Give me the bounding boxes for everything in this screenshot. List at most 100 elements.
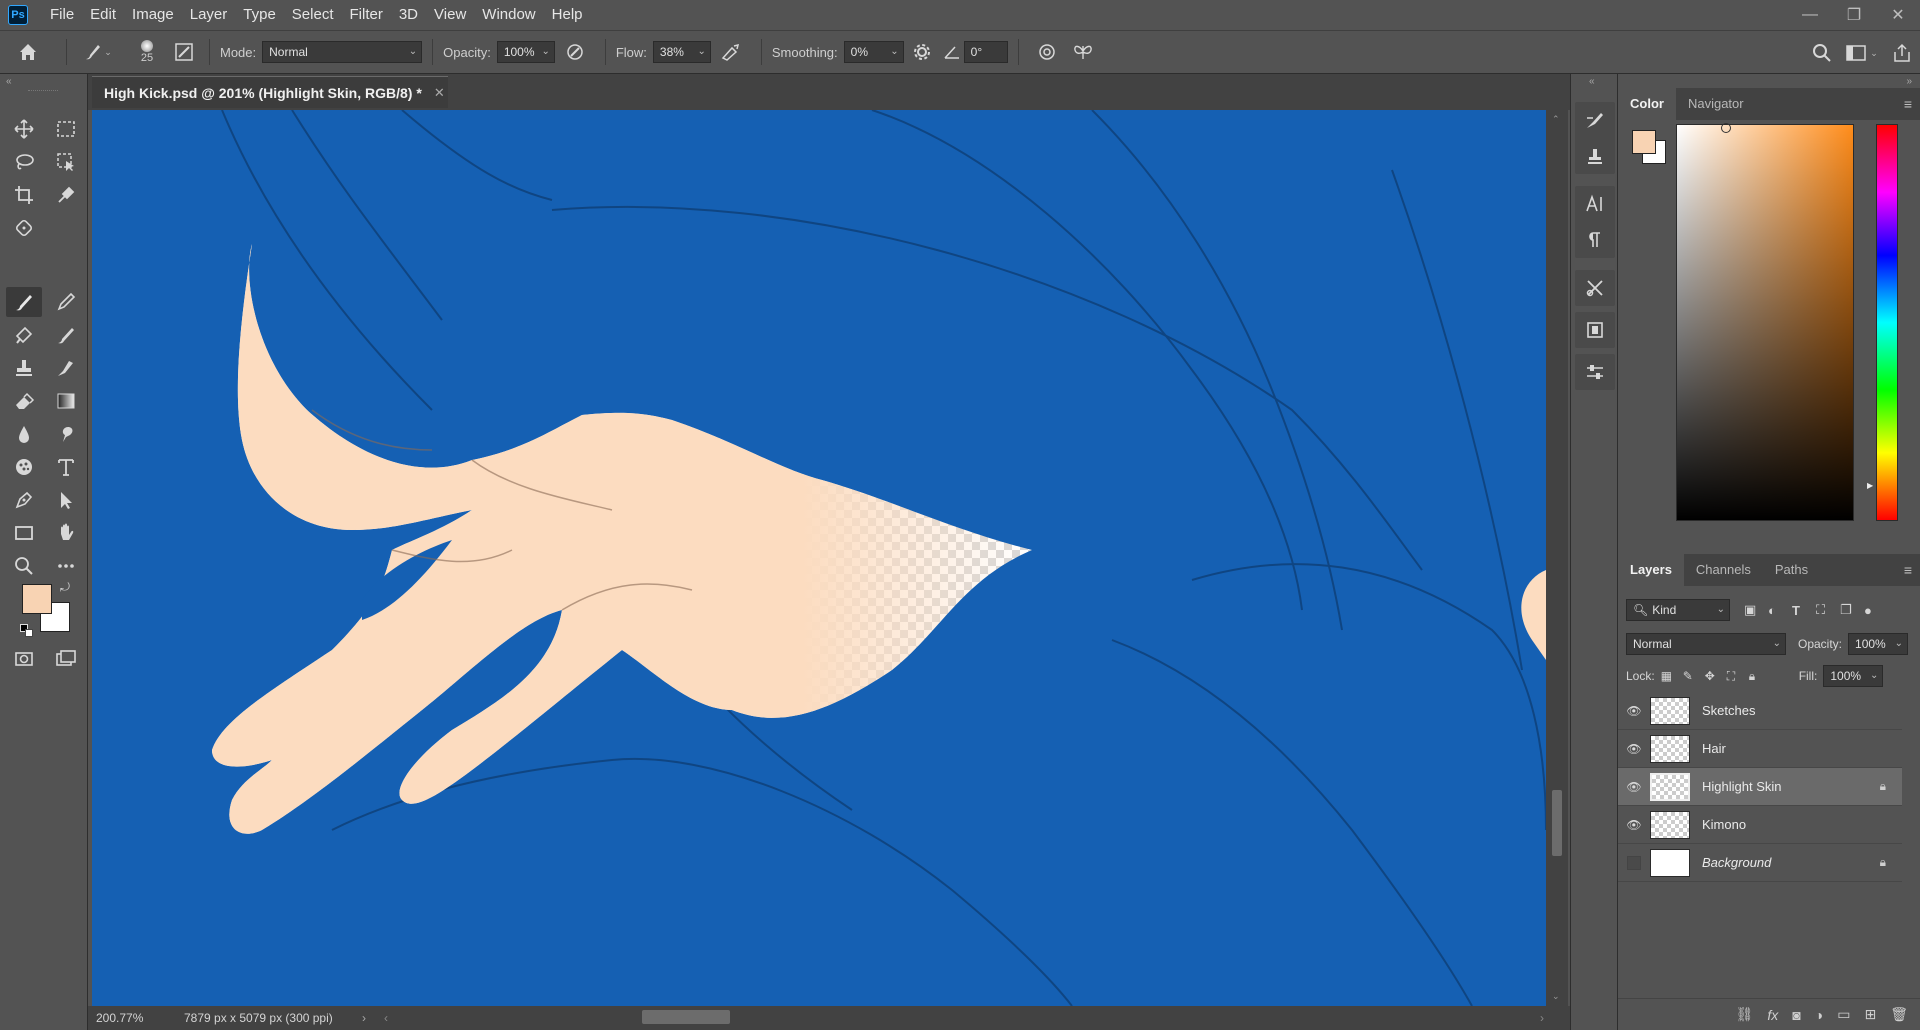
collapse-chevron-icon[interactable]: « bbox=[6, 76, 12, 87]
brush-size-picker[interactable]: 25 bbox=[125, 40, 169, 64]
flow-input[interactable]: 38% ⌄ bbox=[652, 41, 711, 63]
layer-row-sketches[interactable]: 👁︎ Sketches bbox=[1618, 692, 1902, 730]
object-selection-tool-icon[interactable] bbox=[48, 147, 84, 177]
tab-navigator[interactable]: Navigator bbox=[1676, 88, 1756, 120]
clone-source-panel-icon[interactable] bbox=[1575, 138, 1615, 174]
layer-row-background[interactable]: Background 🔒︎ bbox=[1618, 844, 1902, 882]
restore-button[interactable]: ❐ bbox=[1832, 0, 1876, 30]
visibility-eye-icon[interactable]: 👁︎ bbox=[1618, 818, 1650, 832]
lock-artboard-icon[interactable]: ⛶ bbox=[1727, 669, 1749, 684]
visibility-eye-icon[interactable]: 👁︎ bbox=[1618, 704, 1650, 718]
menu-image[interactable]: Image bbox=[124, 0, 182, 30]
status-info-arrow-icon[interactable]: › bbox=[362, 1011, 384, 1025]
screen-mode-icon[interactable] bbox=[48, 644, 84, 674]
tab-paths[interactable]: Paths bbox=[1763, 554, 1820, 586]
link-layers-icon[interactable]: ⛓︎ bbox=[1736, 1006, 1754, 1023]
marquee-tool-icon[interactable] bbox=[48, 114, 84, 144]
workspace-icon[interactable]: ⌄ bbox=[1840, 44, 1884, 62]
layer-row-highlight-skin[interactable]: 👁︎ Highlight Skin 🔒︎ bbox=[1618, 768, 1902, 806]
scroll-up-icon[interactable]: ⌃ bbox=[1552, 114, 1560, 125]
scroll-right-icon[interactable]: › bbox=[1540, 1011, 1544, 1025]
path-selection-tool-icon[interactable] bbox=[48, 485, 84, 515]
blur-tool-icon[interactable] bbox=[6, 419, 42, 449]
horizontal-scroll-thumb[interactable] bbox=[642, 1010, 730, 1024]
menu-3d[interactable]: 3D bbox=[391, 0, 426, 30]
angle-input[interactable]: 0° bbox=[963, 41, 1008, 63]
symmetry-butterfly-icon[interactable] bbox=[1065, 42, 1101, 62]
rectangle-tool-icon[interactable] bbox=[6, 518, 42, 548]
zoom-tool-icon[interactable] bbox=[6, 551, 42, 581]
search-icon[interactable] bbox=[1804, 43, 1840, 63]
menu-layer[interactable]: Layer bbox=[182, 0, 236, 30]
delete-layer-icon[interactable]: 🗑︎ bbox=[1890, 1006, 1908, 1023]
brush-settings-icon[interactable] bbox=[169, 42, 199, 62]
saturation-value-field[interactable] bbox=[1676, 123, 1854, 521]
toolbar-grip[interactable] bbox=[28, 90, 58, 92]
move-tool-icon[interactable] bbox=[6, 114, 42, 144]
layer-row-hair[interactable]: 👁︎ Hair bbox=[1618, 730, 1902, 768]
canvas-area[interactable] bbox=[92, 110, 1546, 1006]
art-history-brush-tool-icon[interactable] bbox=[48, 353, 84, 383]
hand-tool-icon[interactable] bbox=[48, 518, 84, 548]
add-mask-icon[interactable]: ◙ bbox=[1792, 1007, 1800, 1023]
quick-mask-icon[interactable] bbox=[6, 644, 42, 674]
airbrush-icon[interactable] bbox=[711, 42, 751, 62]
history-brush-tool-icon[interactable] bbox=[48, 320, 84, 350]
tool-presets-panel-icon[interactable] bbox=[1575, 270, 1615, 306]
type-tool-icon[interactable] bbox=[48, 452, 84, 482]
healing-brush-tool-icon[interactable] bbox=[6, 213, 42, 243]
vertical-scroll-thumb[interactable] bbox=[1552, 790, 1562, 856]
filter-type-icon[interactable]: T bbox=[1792, 603, 1816, 618]
panel-foreground-swatch[interactable] bbox=[1632, 130, 1656, 154]
hue-slider[interactable]: ▶ bbox=[1867, 124, 1898, 521]
new-layer-icon[interactable]: ⊞ bbox=[1864, 1006, 1876, 1023]
tab-color[interactable]: Color bbox=[1618, 88, 1676, 120]
filter-pixel-icon[interactable]: ▣ bbox=[1744, 602, 1768, 618]
pressure-opacity-icon[interactable] bbox=[555, 42, 595, 62]
menu-select[interactable]: Select bbox=[284, 0, 342, 30]
home-icon[interactable] bbox=[0, 41, 56, 63]
tab-layers[interactable]: Layers bbox=[1618, 554, 1684, 586]
color-panel-menu-icon[interactable]: ≡ bbox=[1904, 96, 1912, 112]
foreground-color-swatch[interactable] bbox=[22, 584, 52, 614]
share-icon[interactable] bbox=[1884, 43, 1920, 63]
new-group-icon[interactable]: ▭ bbox=[1837, 1006, 1850, 1023]
close-document-icon[interactable]: ✕ bbox=[434, 85, 445, 101]
collapse-strip-chevron-icon[interactable]: « bbox=[1589, 76, 1595, 87]
menu-window[interactable]: Window bbox=[474, 0, 543, 30]
smoothing-gear-icon[interactable] bbox=[904, 42, 940, 62]
tab-channels[interactable]: Channels bbox=[1684, 554, 1763, 586]
collapse-panels-chevron-icon[interactable]: » bbox=[1906, 76, 1912, 87]
pen-tool-icon[interactable] bbox=[6, 485, 42, 515]
menu-help[interactable]: Help bbox=[544, 0, 591, 30]
artwork-canvas[interactable] bbox=[92, 110, 1546, 1006]
visibility-toggle-empty[interactable] bbox=[1618, 855, 1650, 870]
visibility-eye-icon[interactable]: 👁︎ bbox=[1618, 780, 1650, 794]
more-tools-icon[interactable] bbox=[48, 551, 84, 581]
eraser-tool-icon[interactable] bbox=[6, 386, 42, 416]
scroll-left-icon[interactable]: ‹ bbox=[384, 1011, 406, 1025]
lock-all-icon[interactable]: 🔒︎ bbox=[1749, 669, 1771, 684]
adjustments-panel-icon[interactable] bbox=[1575, 354, 1615, 390]
default-colors-icon[interactable] bbox=[20, 624, 34, 638]
menu-file[interactable]: File bbox=[42, 0, 82, 30]
visibility-eye-icon[interactable]: 👁︎ bbox=[1618, 742, 1650, 756]
adjustment-layer-icon[interactable]: ◑ bbox=[1815, 1007, 1823, 1023]
layers-panel-menu-icon[interactable]: ≡ bbox=[1904, 562, 1912, 578]
opacity-input[interactable]: 100% ⌄ bbox=[496, 41, 555, 63]
zoom-level[interactable]: 200.77% bbox=[88, 1011, 176, 1025]
gradient-tool-icon[interactable] bbox=[48, 386, 84, 416]
smoothing-input[interactable]: 0% ⌄ bbox=[843, 41, 904, 63]
vertical-scrollbar[interactable]: ⌃ ⌄ bbox=[1546, 110, 1568, 1006]
color-picker-cursor[interactable] bbox=[1721, 123, 1731, 133]
scroll-down-icon[interactable]: ⌄ bbox=[1552, 991, 1560, 1002]
menu-filter[interactable]: Filter bbox=[342, 0, 391, 30]
lock-position-icon[interactable]: ✥ bbox=[1705, 669, 1727, 683]
layer-filter-kind-select[interactable]: 🔍︎ Kind ⌄ bbox=[1626, 599, 1730, 621]
layer-opacity-input[interactable]: 100% ⌄ bbox=[1848, 633, 1909, 655]
sponge-tool-icon[interactable] bbox=[6, 452, 42, 482]
brush-tool-icon[interactable] bbox=[6, 287, 42, 317]
stamp-tool-icon[interactable] bbox=[6, 353, 42, 383]
mode-select[interactable]: Normal ⌄ bbox=[262, 41, 423, 63]
clone-stamp-tool-icon[interactable] bbox=[6, 320, 42, 350]
